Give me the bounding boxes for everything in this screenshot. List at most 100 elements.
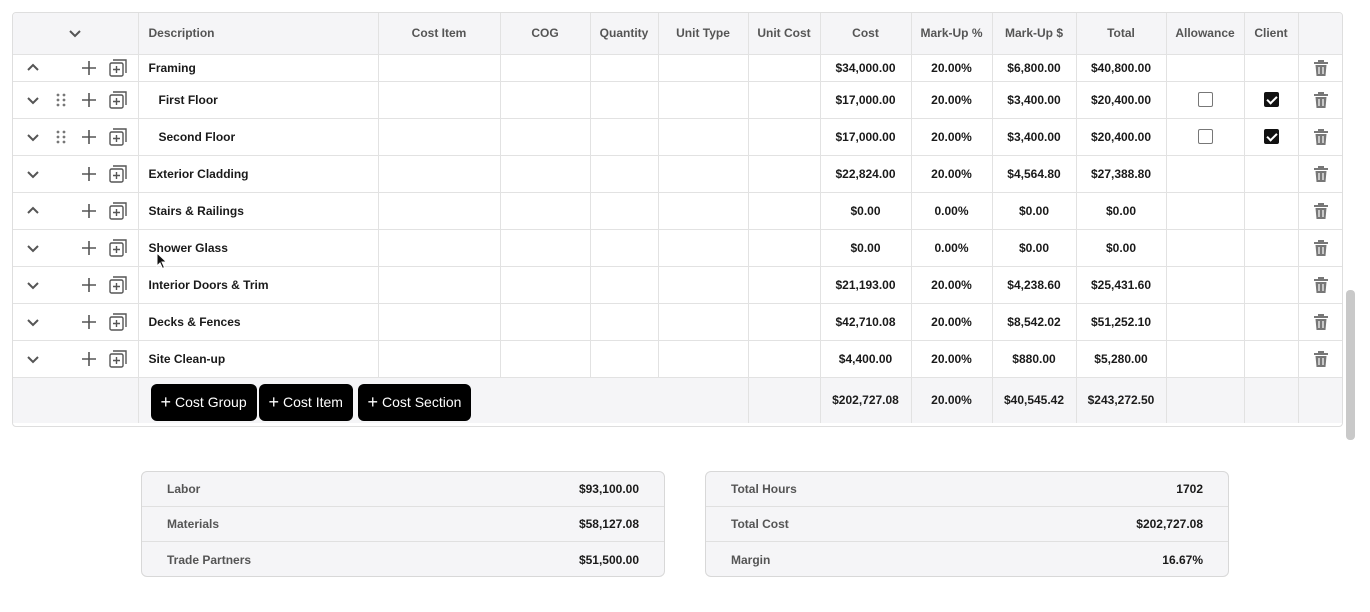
chevron-down-icon[interactable] [67, 25, 83, 41]
row-cost-item[interactable] [378, 155, 501, 193]
row-quantity[interactable] [590, 81, 659, 119]
col-allowance[interactable]: Allowance [1166, 13, 1245, 55]
client-checkbox[interactable] [1263, 129, 1279, 145]
cost-group-row[interactable]: Interior Doors & Trim $21,193.00 20.00% $4,… [13, 266, 1342, 304]
plus-icon[interactable] [81, 277, 97, 293]
row-unit-cost[interactable] [748, 229, 821, 267]
row-unit-cost[interactable] [748, 54, 821, 82]
col-cost[interactable]: Cost [820, 13, 912, 55]
collapse-all-header[interactable] [13, 13, 139, 55]
col-client[interactable]: Client [1244, 13, 1299, 55]
chevron-down-icon[interactable] [25, 129, 41, 145]
row-markup-pct[interactable]: 20.00% [911, 303, 993, 341]
trash-icon[interactable] [1313, 202, 1329, 220]
row-unit-type[interactable] [658, 81, 749, 119]
add-subitem-icon[interactable] [109, 349, 127, 368]
row-description[interactable]: First Floor [138, 81, 379, 119]
row-unit-type[interactable] [658, 229, 749, 267]
trash-icon[interactable] [1313, 165, 1329, 183]
chevron-up-icon[interactable] [25, 60, 41, 76]
row-unit-cost[interactable] [748, 155, 821, 193]
add-subitem-icon[interactable] [109, 312, 127, 331]
plus-icon[interactable] [81, 351, 97, 367]
chevron-down-icon[interactable] [25, 240, 41, 256]
row-description[interactable]: Interior Doors & Trim [138, 266, 379, 304]
row-quantity[interactable] [590, 118, 659, 156]
row-unit-type[interactable] [658, 303, 749, 341]
allowance-checkbox[interactable] [1197, 92, 1213, 108]
row-cost-item[interactable] [378, 81, 501, 119]
add-subitem-icon[interactable] [109, 164, 127, 183]
row-description[interactable]: Second Floor [138, 118, 379, 156]
chevron-down-icon[interactable] [25, 351, 41, 367]
row-markup-pct[interactable]: 20.00% [911, 340, 993, 378]
trash-icon[interactable] [1313, 276, 1329, 294]
row-cog[interactable] [500, 266, 591, 304]
trash-icon[interactable] [1313, 239, 1329, 257]
add-subitem-icon[interactable] [109, 238, 127, 257]
plus-icon[interactable] [81, 129, 97, 145]
row-unit-type[interactable] [658, 54, 749, 82]
chevron-up-icon[interactable] [25, 203, 41, 219]
cost-group-row[interactable]: Shower Glass $0.00 0.00% $0.00 $0.00 [13, 229, 1342, 267]
row-cost-item[interactable] [378, 340, 501, 378]
row-unit-cost[interactable] [748, 192, 821, 230]
row-markup-pct[interactable]: 20.00% [911, 118, 993, 156]
col-markup-amt[interactable]: Mark-Up $ [992, 13, 1077, 55]
row-markup-pct[interactable]: 20.00% [911, 155, 993, 193]
col-quantity[interactable]: Quantity [590, 13, 659, 55]
col-unit-cost[interactable]: Unit Cost [748, 13, 821, 55]
row-unit-type[interactable] [658, 340, 749, 378]
row-cog[interactable] [500, 340, 591, 378]
trash-icon[interactable] [1313, 59, 1329, 77]
cost-group-row[interactable]: Stairs & Railings $0.00 0.00% $0.00 $0.00 [13, 192, 1342, 230]
row-unit-type[interactable] [658, 192, 749, 230]
plus-icon[interactable] [81, 92, 97, 108]
row-cog[interactable] [500, 54, 591, 82]
row-quantity[interactable] [590, 229, 659, 267]
drag-handle-icon[interactable] [54, 92, 68, 108]
plus-icon[interactable] [81, 314, 97, 330]
row-cog[interactable] [500, 81, 591, 119]
row-unit-cost[interactable] [748, 118, 821, 156]
col-unit-type[interactable]: Unit Type [658, 13, 749, 55]
cost-group-row[interactable]: Decks & Fences $42,710.08 20.00% $8,542.02 $… [13, 303, 1342, 341]
row-cog[interactable] [500, 155, 591, 193]
row-quantity[interactable] [590, 54, 659, 82]
col-description[interactable]: Description [138, 13, 379, 55]
row-markup-pct[interactable]: 20.00% [911, 54, 993, 82]
cost-group-row[interactable]: Site Clean-up $4,400.00 20.00% $880.00 $5,28… [13, 340, 1342, 378]
add-subitem-icon[interactable] [109, 201, 127, 220]
add-cost-section-button[interactable]: + Cost Section [357, 383, 472, 421]
row-quantity[interactable] [590, 192, 659, 230]
add-subitem-icon[interactable] [109, 275, 127, 294]
add-subitem-icon[interactable] [109, 58, 127, 77]
col-markup-pct[interactable]: Mark-Up % [911, 13, 993, 55]
row-unit-cost[interactable] [748, 303, 821, 341]
cost-group-row[interactable]: Framing $34,000.00 20.00% $6,800.00 $40,800.… [13, 54, 1342, 82]
trash-icon[interactable] [1313, 91, 1329, 109]
plus-icon[interactable] [81, 203, 97, 219]
row-description[interactable]: Site Clean-up [138, 340, 379, 378]
row-description[interactable]: Exterior Cladding [138, 155, 379, 193]
row-description[interactable]: Stairs & Railings [138, 192, 379, 230]
row-cost-item[interactable] [378, 229, 501, 267]
client-checkbox[interactable] [1263, 92, 1279, 108]
drag-handle-icon[interactable] [54, 129, 68, 145]
row-cog[interactable] [500, 229, 591, 267]
cost-group-row[interactable]: Exterior Cladding $22,824.00 20.00% $4,564.… [13, 155, 1342, 193]
cost-item-row[interactable]: First Floor $17,000.00 20.00% $3,400.00 $20,… [13, 81, 1342, 119]
row-description[interactable]: Shower Glass [138, 229, 379, 267]
row-cost-item[interactable] [378, 192, 501, 230]
row-unit-cost[interactable] [748, 340, 821, 378]
plus-icon[interactable] [81, 60, 97, 76]
row-description[interactable]: Decks & Fences [138, 303, 379, 341]
row-description[interactable]: Framing [138, 54, 379, 82]
add-cost-group-button[interactable]: + Cost Group [150, 383, 257, 421]
col-cog[interactable]: COG [500, 13, 591, 55]
row-unit-type[interactable] [658, 118, 749, 156]
row-unit-cost[interactable] [748, 81, 821, 119]
row-markup-pct[interactable]: 20.00% [911, 266, 993, 304]
row-unit-type[interactable] [658, 266, 749, 304]
allowance-checkbox[interactable] [1197, 129, 1213, 145]
